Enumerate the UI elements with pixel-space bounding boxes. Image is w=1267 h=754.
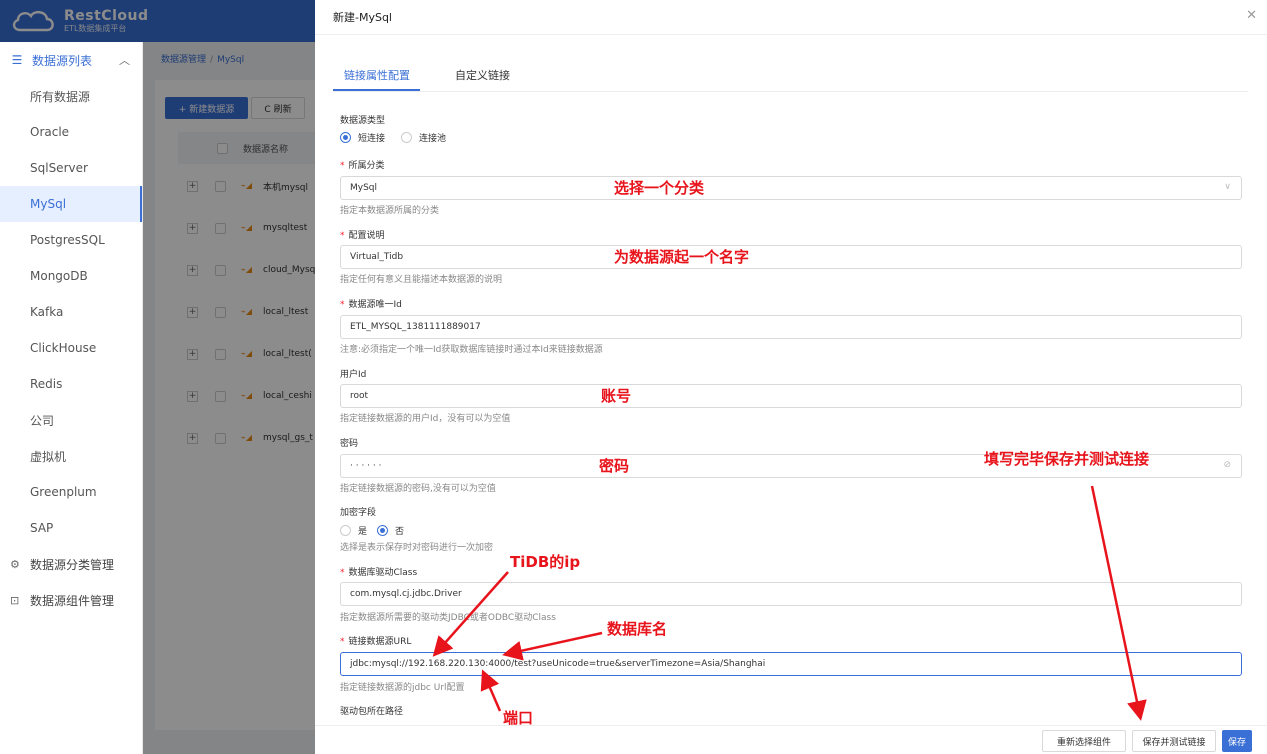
id-label: * 数据源唯一Id [340,300,402,310]
radio-label: 是 [358,527,368,537]
type-radio-group: 短连接 连接池 [340,131,446,144]
tab-connection-config[interactable]: 链接属性配置 [344,67,410,83]
encrypt-label: 加密字段 [340,508,377,518]
sidebar-item-component-mgmt[interactable]: ⊡ 数据源组件管理 [0,582,142,618]
sidebar-item-oracle[interactable]: Oracle [0,114,142,150]
drawer-title: 新建-MySql [333,11,392,24]
driver-path-label: 驱动包所在路径 [340,707,404,717]
sidebar-item-label: 数据源分类管理 [30,557,115,572]
sidebar-item-sqlserver[interactable]: SqlServer [0,150,142,186]
url-label: * 链接数据源URL [340,637,412,647]
desc-input[interactable]: Virtual_Tidb [340,245,1242,269]
modal-mask[interactable] [143,42,315,754]
radio-label: 否 [395,527,405,537]
annotation-name: 为数据源起一个名字 [614,248,750,266]
category-label: * 所属分类 [340,161,385,171]
sidebar-group-datasource-list[interactable]: ☰ 数据源列表 ︿ [0,42,142,78]
list-icon: ☰ [11,53,23,67]
password-hint: 指定链接数据源的密码,没有可以为空值 [340,484,496,494]
annotation-port: 端口 [503,709,534,727]
save-and-test-button[interactable]: 保存并测试链接 [1132,730,1216,752]
annotation-password: 密码 [599,457,630,475]
close-icon[interactable]: ✕ [1246,8,1257,23]
id-hint: 注意:必须指定一个唯一Id获取数据库链接时通过本Id来链接数据源 [340,345,603,355]
radio-connection-pool[interactable] [401,132,413,143]
sidebar-item-company[interactable]: 公司 [0,402,142,438]
gear-icon: ⚙ [10,557,20,571]
sidebar-item-clickhouse[interactable]: ClickHouse [0,330,142,366]
driver-label: * 数据库驱动Class [340,568,418,578]
sidebar-item-sap[interactable]: SAP [0,510,142,546]
encrypt-radio-group: 是 否 [340,524,404,537]
drawer-footer: 重新选择组件 保存并测试链接 保存 [315,725,1267,754]
sidebar: ☰ 数据源列表 ︿ 所有数据源 Oracle SqlServer MySql P… [0,42,143,754]
annotation-save-test: 填写完毕保存并测试连接 [984,450,1150,468]
annotation-category: 选择一个分类 [614,179,705,197]
encrypt-hint: 选择是表示保存时对密码进行一次加密 [340,543,494,553]
annotation-ip: TiDB的ip [510,553,581,571]
divider [315,34,1267,35]
url-hint: 指定链接数据源的jdbc Url配置 [340,683,465,693]
radio-short-connection[interactable] [340,132,351,143]
sidebar-item-label: 数据源组件管理 [30,593,115,608]
category-value: MySql [350,183,378,193]
radio-label: 连接池 [419,134,447,144]
eye-off-icon[interactable]: ⊘ [1223,460,1231,470]
sidebar-item-kafka[interactable]: Kafka [0,294,142,330]
user-input[interactable]: root [340,384,1242,408]
sidebar-item-mysql[interactable]: MySql [0,186,142,222]
annotation-dbname: 数据库名 [607,620,668,638]
tab-custom-link[interactable]: 自定义链接 [455,67,510,83]
save-button[interactable]: 保存 [1222,730,1252,752]
driver-input[interactable]: com.mysql.cj.jdbc.Driver [340,582,1242,606]
radio-encrypt-no[interactable] [377,525,389,536]
active-tab-indicator [333,89,420,91]
desc-label: * 配置说明 [340,231,385,241]
new-datasource-drawer: 新建-MySql ✕ 链接属性配置 自定义链接 数据源类型 短连接 连接池 * 所… [315,0,1267,754]
chevron-down-icon: ∨ [1224,182,1231,192]
reselect-component-button[interactable]: 重新选择组件 [1042,730,1126,752]
sidebar-group-label: 数据源列表 [32,53,93,68]
drawer-tabs: 链接属性配置 自定义链接 [333,60,1248,92]
radio-label: 短连接 [358,134,386,144]
sidebar-item-redis[interactable]: Redis [0,366,142,402]
sidebar-item-vm[interactable]: 虚拟机 [0,438,142,474]
password-label: 密码 [340,439,359,449]
category-select[interactable]: MySql ∨ [340,176,1242,200]
chevron-up-icon[interactable]: ︿ [119,52,130,68]
driver-hint: 指定数据源所需要的驱动类JDBC或者ODBC驱动Class [340,613,556,623]
modal-mask-top [0,0,315,42]
annotation-account: 账号 [601,387,632,405]
category-hint: 指定本数据源所属的分类 [340,206,440,216]
id-input[interactable]: ETL_MYSQL_1381111889017 [340,315,1242,339]
sidebar-item-category-mgmt[interactable]: ⚙ 数据源分类管理 [0,546,142,582]
sidebar-item-postgressql[interactable]: PostgresSQL [0,222,142,258]
user-label: 用户Id [340,370,367,380]
sidebar-item-all[interactable]: 所有数据源 [0,78,142,114]
radio-encrypt-yes[interactable] [340,525,351,536]
sidebar-item-greenplum[interactable]: Greenplum [0,474,142,510]
user-hint: 指定链接数据源的用户Id，没有可以为空值 [340,414,511,424]
sidebar-item-mongodb[interactable]: MongoDB [0,258,142,294]
url-input[interactable]: jdbc:mysql://192.168.220.130:4000/test?u… [340,652,1242,676]
component-icon: ⊡ [10,593,20,607]
desc-hint: 指定任何有意义且能描述本数据源的说明 [340,275,503,285]
type-label: 数据源类型 [340,116,386,126]
